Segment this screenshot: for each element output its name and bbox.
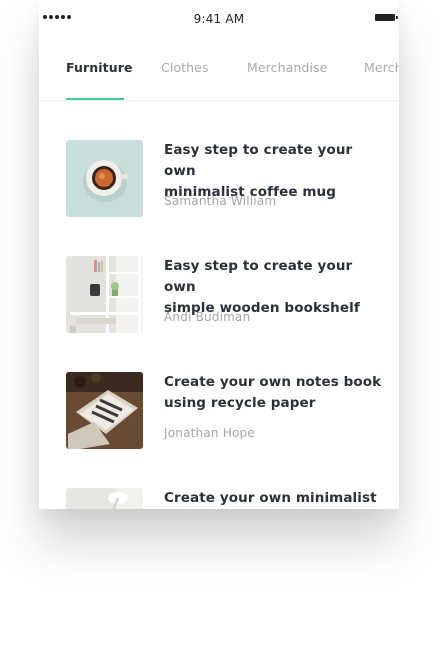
- tab-merchandise[interactable]: Merchandise: [247, 60, 327, 75]
- bookshelf-thumbnail[interactable]: [66, 256, 143, 333]
- category-tabs: Furniture Clothes Merchandise Merch: [39, 36, 399, 101]
- status-bar: 9:41 AM: [39, 0, 399, 36]
- article-title-line: Create your own notes book: [164, 374, 382, 390]
- article-title-line: using recycle paper: [164, 395, 316, 411]
- phone-screen: 9:41 AM Furniture Clothes Merchandise Me…: [39, 0, 399, 509]
- article-title-line: Create your own minimalist: [164, 490, 377, 506]
- article-title-line: Easy step to create your own: [164, 142, 353, 179]
- lamp-thumbnail[interactable]: [66, 488, 143, 509]
- article-author: Samantha William: [164, 194, 277, 208]
- tab-merch[interactable]: Merch: [364, 60, 399, 75]
- tab-furniture[interactable]: Furniture: [66, 60, 133, 75]
- article-item[interactable]: Create your own notes book using recycle…: [66, 372, 386, 450]
- article-item[interactable]: Easy step to create your own minimalist …: [66, 140, 386, 218]
- article-item[interactable]: Create your own minimalist: [66, 488, 386, 509]
- article-author: Jonathan Hope: [164, 426, 255, 440]
- active-tab-indicator: [66, 98, 124, 100]
- notebook-thumbnail[interactable]: [66, 372, 143, 449]
- article-author: Andi Budiman: [164, 310, 251, 324]
- article-item[interactable]: Easy step to create your own simple wood…: [66, 256, 386, 334]
- article-title[interactable]: Create your own minimalist: [164, 488, 386, 509]
- article-title[interactable]: Create your own notes book using recycle…: [164, 372, 386, 414]
- article-title-line: Easy step to create your own: [164, 258, 353, 295]
- coffee-mug-thumbnail[interactable]: [66, 140, 143, 217]
- battery-icon: [375, 14, 398, 21]
- status-time: 9:41 AM: [193, 12, 245, 26]
- tab-clothes[interactable]: Clothes: [161, 60, 209, 75]
